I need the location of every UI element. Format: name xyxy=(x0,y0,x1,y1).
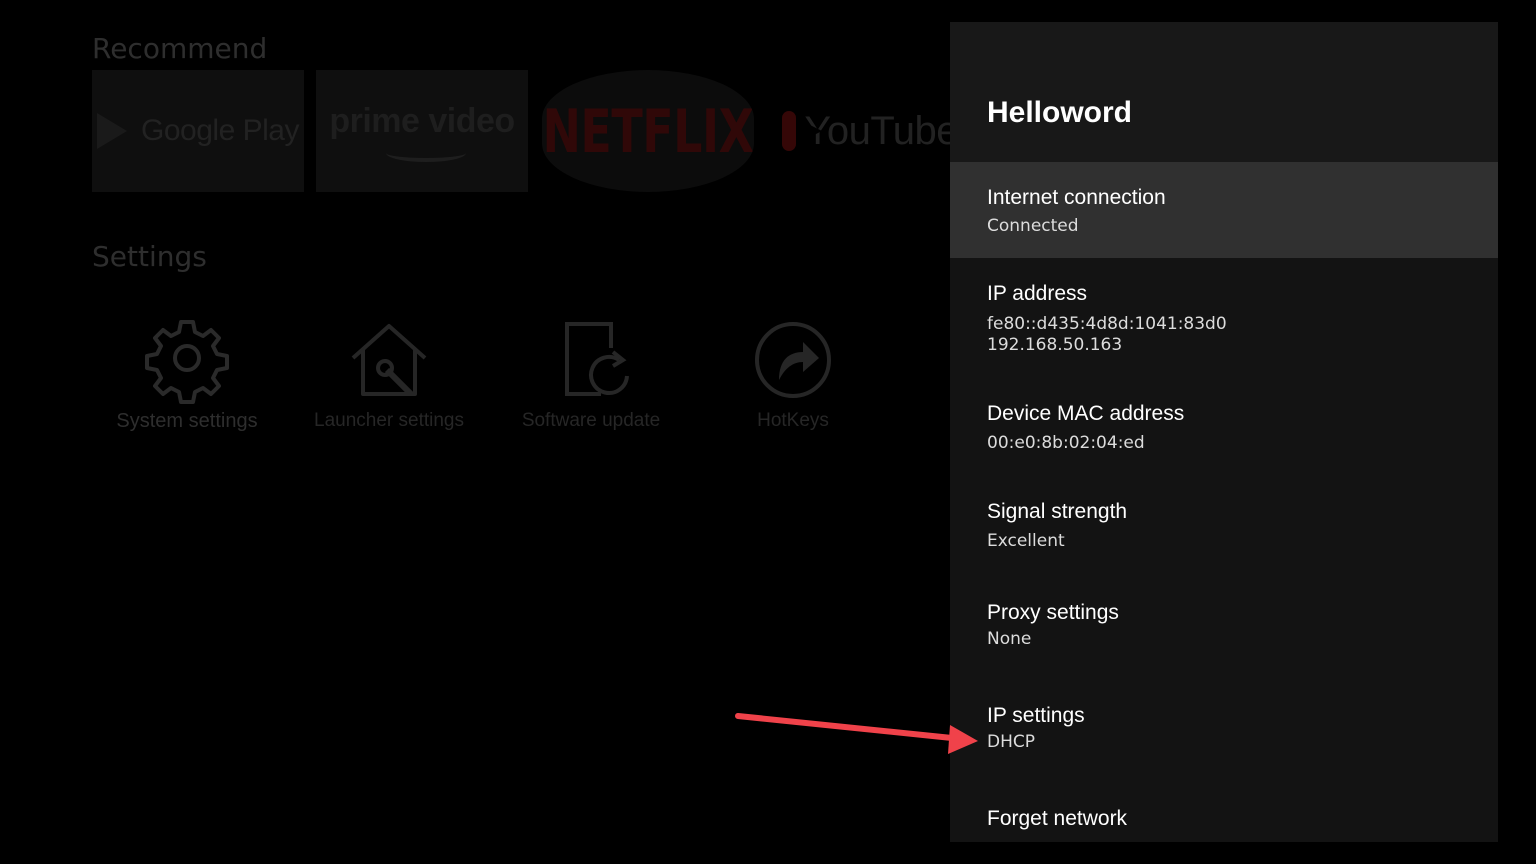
youtube-play-icon xyxy=(782,111,823,151)
ip-settings-item[interactable]: IP settings DHCP xyxy=(950,678,1498,780)
panel-header: Helloword xyxy=(950,22,1498,162)
ip-address-item[interactable]: IP address fe80::d435:4d8d:1041:83d0 192… xyxy=(950,258,1498,378)
system-settings-item[interactable]: System settings xyxy=(92,310,282,433)
ip-settings-title: IP settings xyxy=(987,704,1085,727)
forget-network-item[interactable]: Forget network xyxy=(950,780,1498,842)
settings-section-title: Settings xyxy=(92,240,207,273)
signal-strength-item[interactable]: Signal strength Excellent xyxy=(950,476,1498,576)
network-details-panel: Helloword Internet connection Connected … xyxy=(950,22,1498,842)
proxy-settings-item[interactable]: Proxy settings None xyxy=(950,576,1498,678)
system-settings-label: System settings xyxy=(116,410,258,432)
netflix-tile[interactable]: NETFLIX xyxy=(542,70,754,192)
launcher-settings-item[interactable]: Launcher settings xyxy=(294,310,484,432)
internet-connection-status: Connected xyxy=(987,216,1079,236)
prime-video-tile[interactable]: prime video xyxy=(316,70,528,192)
network-name-title: Helloword xyxy=(987,96,1133,129)
ip-address-ipv6: fe80::d435:4d8d:1041:83d0 xyxy=(987,314,1227,334)
hotkeys-label: HotKeys xyxy=(757,410,829,431)
mac-address-item[interactable]: Device MAC address 00:e0:8b:02:04:ed xyxy=(950,378,1498,476)
launcher-background: Recommend Google Play prime video NETFLI… xyxy=(0,0,958,864)
ip-address-ipv4: 192.168.50.163 xyxy=(987,335,1123,355)
proxy-settings-value: None xyxy=(987,629,1032,649)
signal-strength-title: Signal strength xyxy=(987,500,1128,523)
signal-strength-value: Excellent xyxy=(987,531,1065,551)
launcher-settings-label: Launcher settings xyxy=(314,410,464,431)
google-play-icon xyxy=(97,113,128,149)
netflix-label: NETFLIX xyxy=(542,95,754,167)
software-update-item[interactable]: Software update xyxy=(496,310,686,432)
prime-video-label: prime video xyxy=(329,101,515,140)
google-play-tile[interactable]: Google Play xyxy=(92,70,304,192)
proxy-settings-title: Proxy settings xyxy=(987,601,1119,624)
youtube-tile[interactable]: YouTube xyxy=(768,70,958,192)
prime-smile-icon xyxy=(386,144,466,162)
internet-connection-title: Internet connection xyxy=(987,186,1166,209)
gear-icon xyxy=(145,320,229,404)
mac-address-title: Device MAC address xyxy=(987,402,1185,425)
software-update-label: Software update xyxy=(521,410,661,431)
internet-connection-item[interactable]: Internet connection Connected xyxy=(950,162,1498,258)
hotkey-arrow-icon xyxy=(755,322,831,398)
google-play-label: Google Play xyxy=(141,114,299,147)
ip-settings-value: DHCP xyxy=(987,732,1035,752)
update-icon xyxy=(565,322,629,396)
forget-network-title: Forget network xyxy=(987,807,1128,830)
home-wrench-icon xyxy=(351,324,427,397)
hotkeys-item[interactable]: HotKeys xyxy=(698,310,888,432)
ip-address-title: IP address xyxy=(987,282,1088,305)
mac-address-value: 00:e0:8b:02:04:ed xyxy=(987,433,1145,453)
youtube-label: YouTube xyxy=(804,108,958,153)
recommend-section-title: Recommend xyxy=(92,32,268,65)
